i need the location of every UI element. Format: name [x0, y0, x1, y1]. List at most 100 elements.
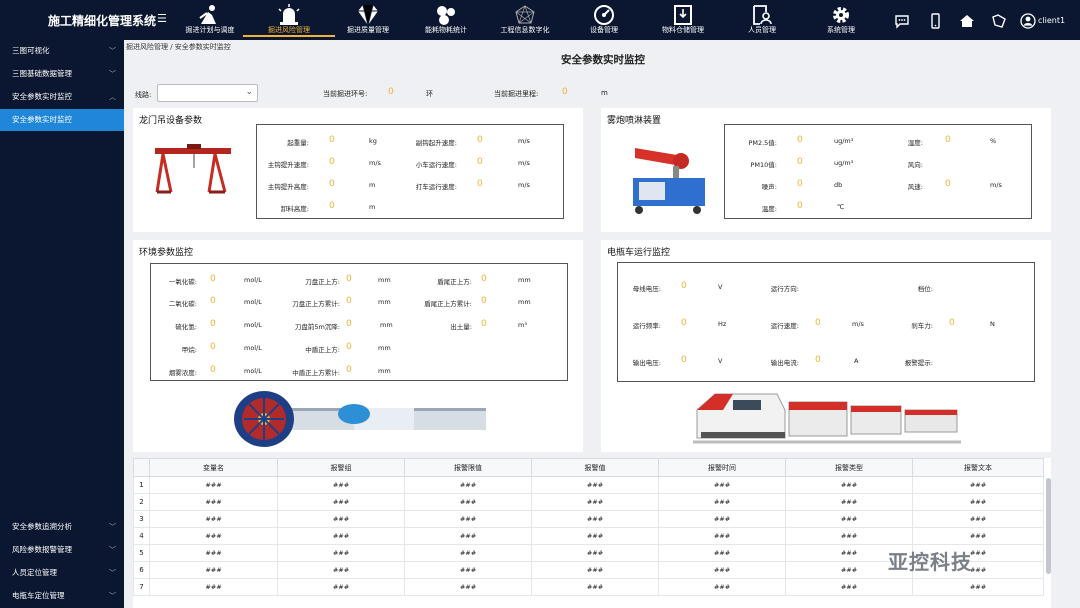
table-row[interactable]: 2 ### ### ### ### ### ### ### — [133, 493, 1044, 511]
sidebar-item-safety-group[interactable]: 安全参数实时监控 ︿ — [0, 86, 124, 108]
line-select[interactable]: ⌄ — [157, 84, 258, 102]
chat-icon[interactable] — [894, 13, 910, 29]
gantry-panel: 龙门吊设备参数 起重量: 0 kg 主钩提升速度: 0 m/s 主钩提升高度: … — [133, 108, 583, 232]
sidebar-item-safety-realtime[interactable]: 安全参数实时监控 — [0, 109, 124, 131]
table-cell: ### — [277, 527, 405, 545]
table-cell: ### — [404, 527, 532, 545]
battery-train-image — [693, 388, 961, 448]
spray-unit: db — [834, 181, 843, 189]
panel-title: 电瓶车运行监控 — [607, 248, 671, 258]
car-lbl: 刹车力: — [911, 322, 933, 330]
table-cell: ### — [277, 544, 405, 562]
table-cell: ### — [531, 544, 659, 562]
env-lbl: 二氧化碳: — [168, 300, 197, 308]
env-lbl: 刀盘正上方: — [305, 278, 340, 286]
gantry-val: 0 — [329, 135, 335, 145]
user-name[interactable]: client1 — [1038, 16, 1065, 25]
car-val: 0 — [681, 355, 687, 365]
env-lbl: 出土量: — [450, 323, 472, 331]
table-cell: ### — [531, 527, 659, 545]
table-cell: ### — [658, 561, 786, 579]
line-label: 线路: — [135, 91, 152, 99]
table-cell: ### — [149, 510, 278, 528]
gantry-val: 0 — [329, 201, 335, 211]
env-val: 0 — [346, 274, 352, 284]
breadcrumb: 掘进风险管理 / 安全参数实时监控 — [126, 43, 231, 51]
table-cell: ### — [658, 578, 786, 596]
spray-lbl: 温度: — [761, 205, 777, 213]
sidebar-item-person-location[interactable]: 人员定位管理 ﹀ — [0, 562, 124, 584]
gantry-unit: kg — [369, 137, 377, 145]
gantry-lbl: 主钩提升高度: — [267, 183, 309, 191]
chevron-down-icon: ﹀ — [109, 47, 116, 55]
env-unit: mm — [378, 344, 391, 352]
env-val: 0 — [346, 365, 352, 375]
column-header[interactable]: 报警值 — [531, 458, 659, 477]
row-index: 2 — [133, 493, 150, 511]
panel-title: 雾炮喷淋装置 — [607, 116, 662, 126]
sidebar-item-alarm[interactable]: 风险参数报警管理 ﹀ — [0, 539, 124, 561]
column-header[interactable]: 报警类型 — [785, 458, 913, 477]
spray-unit: ug/m³ — [834, 137, 854, 145]
table-row[interactable]: 3 ### ### ### ### ### ### ### — [133, 510, 1044, 528]
column-header[interactable]: 报警限值 — [404, 458, 532, 477]
sidebar-item-3d-data[interactable]: 三图基础数据管理 ﹀ — [0, 63, 124, 85]
car-unit: V — [718, 357, 723, 365]
table-row[interactable]: 4 ### ### ### ### ### ### ### — [133, 527, 1044, 545]
column-header[interactable]: 报警文本 — [912, 458, 1044, 477]
sidebar-item-label: 三图可视化 — [12, 46, 50, 55]
env-unit: mm — [378, 367, 391, 375]
car-lbl: 档位: — [917, 285, 933, 293]
table-cell: ### — [149, 493, 278, 511]
chevron-down-icon: ﹀ — [109, 523, 116, 531]
user-avatar-icon[interactable] — [1020, 13, 1036, 29]
env-unit: mm — [380, 321, 393, 329]
column-header[interactable]: 报警组 — [277, 458, 405, 477]
spray-unit: ug/m³ — [834, 159, 854, 167]
gantry-unit: m — [369, 181, 376, 189]
env-lbl: 盾尾正上方累计: — [424, 300, 472, 308]
skin-icon[interactable] — [991, 13, 1007, 29]
gantry-unit: m/s — [518, 181, 530, 189]
env-val: 0 — [210, 274, 216, 284]
env-val: 0 — [481, 274, 487, 284]
env-lbl: 盾尾正上方: — [437, 278, 472, 286]
row-index: 6 — [133, 561, 150, 579]
spray-panel: 雾炮喷淋装置 PM2.5值: 0 ug/m³ PM10值: 0 ug/m³ 噪声… — [601, 108, 1051, 232]
nav-item-system[interactable]: 系统管理 — [795, 3, 887, 39]
sidebar-item-car-location[interactable]: 电瓶车定位管理 ﹀ — [0, 585, 124, 607]
car-unit: A — [854, 357, 859, 365]
ring-label: 当前掘进环号: — [323, 90, 368, 98]
car-val: 0 — [815, 355, 821, 365]
column-header[interactable]: 变量名 — [149, 458, 278, 477]
env-unit: mol/L — [244, 276, 262, 284]
spray-val: 0 — [797, 135, 803, 145]
top-bar: 施工精细化管理系统 ☰ 掘进计划与调度 掘进风险管理 掘进质量管理 能耗物耗统计… — [0, 0, 1080, 40]
table-cell: ### — [912, 510, 1044, 528]
ring-unit: 环 — [426, 90, 433, 98]
gantry-val: 0 — [329, 157, 335, 167]
sidebar-item-trace[interactable]: 安全参数追溯分析 ﹀ — [0, 516, 124, 538]
gantry-val: 0 — [477, 179, 483, 189]
table-row[interactable]: 1 ### ### ### ### ### ### ### — [133, 476, 1044, 494]
gantry-lbl: 副钩起升速度: — [415, 139, 457, 147]
car-val: 0 — [681, 281, 687, 291]
table-scrollbar[interactable] — [1046, 478, 1051, 574]
table-row[interactable]: 7 ### ### ### ### ### ### ### — [133, 578, 1044, 596]
car-lbl: 输出电压: — [632, 359, 661, 367]
spray-unit: % — [990, 137, 997, 145]
page-title: 安全参数实时监控 — [561, 54, 645, 66]
mobile-icon[interactable] — [927, 13, 943, 29]
chevron-down-icon: ﹀ — [109, 592, 116, 600]
home-icon[interactable] — [959, 13, 975, 29]
table-cell: ### — [531, 561, 659, 579]
watermark: 亚控科技 — [888, 550, 972, 574]
column-header[interactable]: 报警时间 — [658, 458, 786, 477]
env-unit: mm — [378, 276, 391, 284]
car-val: 0 — [681, 318, 687, 328]
car-val: 0 — [815, 318, 821, 328]
panel-title: 龙门吊设备参数 — [139, 116, 203, 126]
sidebar-item-3d-visual[interactable]: 三图可视化 ﹀ — [0, 40, 124, 62]
table-cell: ### — [658, 544, 786, 562]
env-panel: 环境参数监控 一氧化碳: 0 mol/L 二氧化碳: 0 mol/L 硫化氢: … — [133, 240, 583, 452]
